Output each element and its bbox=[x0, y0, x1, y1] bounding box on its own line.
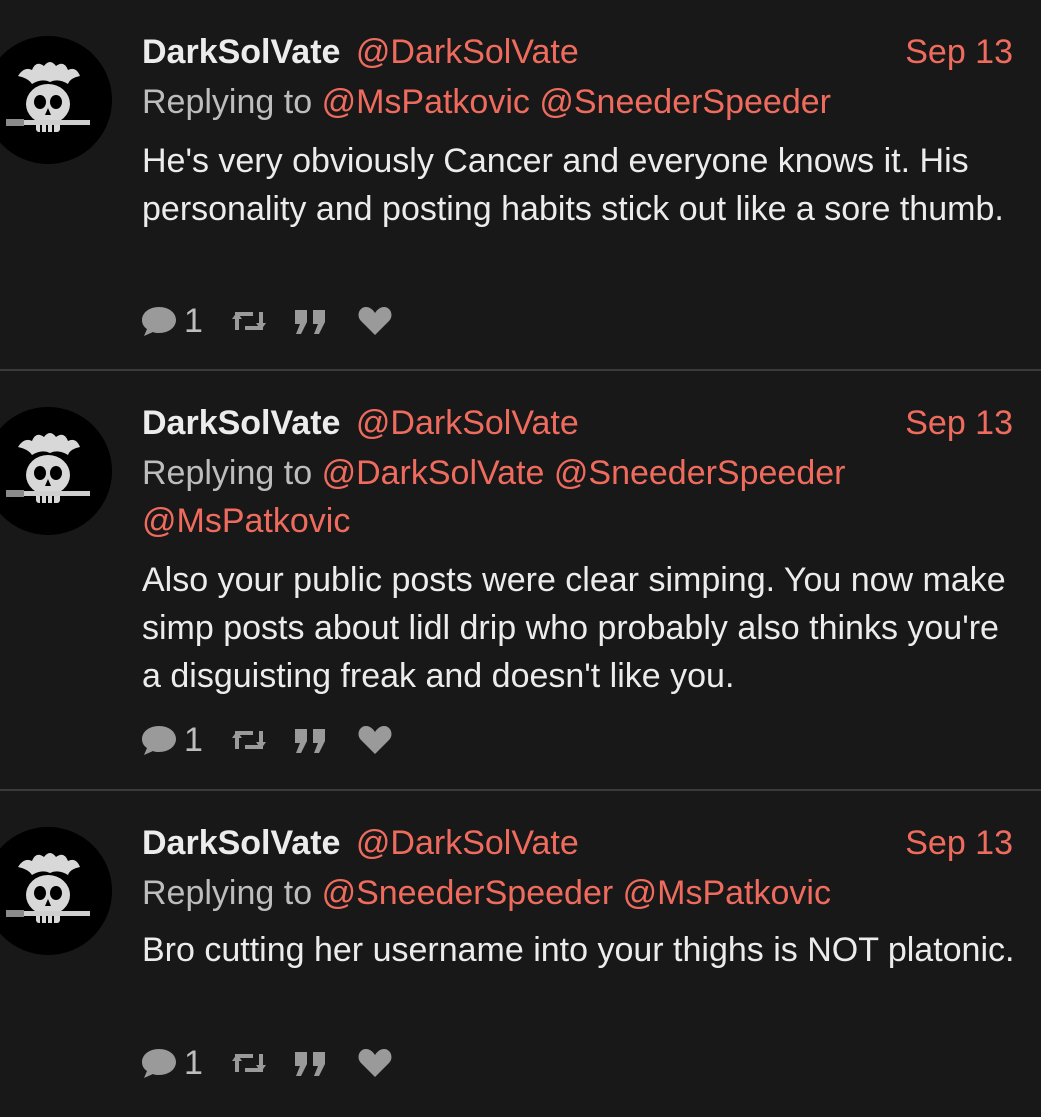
author-handle[interactable]: @DarkSolVate bbox=[356, 404, 579, 442]
post[interactable]: DarkSolVate @DarkSolVate Sep 13 Replying… bbox=[0, 0, 1041, 371]
like-button[interactable] bbox=[357, 724, 393, 756]
reply-prefix: Replying to bbox=[142, 874, 313, 912]
repost-button[interactable] bbox=[229, 306, 269, 336]
repost-icon bbox=[231, 1054, 266, 1072]
post-feed: DarkSolVate @DarkSolVate Sep 13 Replying… bbox=[0, 0, 1041, 1117]
reply-prefix: Replying to bbox=[142, 83, 313, 121]
mention-link[interactable]: @MsPatkovic bbox=[322, 83, 530, 121]
quote-icon bbox=[294, 310, 325, 334]
post-actions: 1 bbox=[140, 1043, 393, 1083]
comment-icon bbox=[142, 307, 176, 336]
heart-icon bbox=[358, 307, 392, 335]
repost-button[interactable] bbox=[229, 725, 269, 755]
avatar[interactable] bbox=[0, 407, 112, 535]
post-date[interactable]: Sep 13 bbox=[905, 399, 1013, 447]
post-header: DarkSolVate @DarkSolVate Sep 13 bbox=[142, 399, 1013, 447]
reply-button[interactable]: 1 bbox=[140, 721, 203, 760]
author-handle[interactable]: @DarkSolVate bbox=[356, 824, 579, 862]
reply-count: 1 bbox=[184, 720, 203, 759]
reply-count: 1 bbox=[184, 1043, 203, 1082]
reply-button[interactable]: 1 bbox=[140, 1044, 203, 1083]
avatar[interactable] bbox=[0, 36, 112, 164]
mention-link[interactable]: @SneederSpeeder bbox=[554, 454, 846, 492]
post-body: Also your public posts were clear simpin… bbox=[142, 561, 1006, 695]
quote-button[interactable] bbox=[293, 1048, 329, 1078]
heart-icon bbox=[358, 1049, 392, 1077]
post-actions: 1 bbox=[140, 720, 393, 760]
author-name[interactable]: DarkSolVate bbox=[142, 33, 340, 71]
reply-prefix: Replying to bbox=[142, 454, 313, 492]
author-handle[interactable]: @DarkSolVate bbox=[356, 33, 579, 71]
post-date[interactable]: Sep 13 bbox=[905, 819, 1013, 867]
post-body: He's very obviously Cancer and everyone … bbox=[142, 142, 1004, 228]
quote-icon bbox=[294, 729, 325, 753]
reply-count: 1 bbox=[184, 301, 203, 340]
quote-icon bbox=[294, 1052, 325, 1076]
author-name[interactable]: DarkSolVate bbox=[142, 824, 340, 862]
reply-context: Replying to @SneederSpeeder @MsPatkovic bbox=[142, 869, 1022, 917]
repost-icon bbox=[231, 312, 266, 330]
post[interactable]: DarkSolVate @DarkSolVate Sep 13 Replying… bbox=[0, 371, 1041, 791]
post-actions: 1 bbox=[140, 301, 393, 341]
like-button[interactable] bbox=[357, 305, 393, 337]
post-body: Bro cutting her username into your thigh… bbox=[142, 931, 1015, 969]
skull-avatar-icon bbox=[0, 827, 112, 955]
post-header: DarkSolVate @DarkSolVate Sep 13 bbox=[142, 819, 1013, 867]
skull-avatar-icon bbox=[0, 407, 112, 535]
repost-icon bbox=[231, 731, 266, 749]
like-button[interactable] bbox=[357, 1047, 393, 1079]
mention-link[interactable]: @MsPatkovic bbox=[142, 502, 350, 540]
mention-link[interactable]: @MsPatkovic bbox=[623, 874, 831, 912]
comment-icon bbox=[142, 726, 176, 755]
avatar[interactable] bbox=[0, 827, 112, 955]
quote-button[interactable] bbox=[293, 725, 329, 755]
reply-button[interactable]: 1 bbox=[140, 302, 203, 341]
repost-button[interactable] bbox=[229, 1048, 269, 1078]
reply-context: Replying to @MsPatkovic @SneederSpeeder bbox=[142, 78, 1022, 126]
skull-avatar-icon bbox=[0, 36, 112, 164]
author-name[interactable]: DarkSolVate bbox=[142, 404, 340, 442]
heart-icon bbox=[358, 726, 392, 754]
post-date[interactable]: Sep 13 bbox=[905, 28, 1013, 76]
comment-icon bbox=[142, 1049, 176, 1078]
mention-link[interactable]: @DarkSolVate bbox=[322, 454, 545, 492]
post-header: DarkSolVate @DarkSolVate Sep 13 bbox=[142, 28, 1013, 76]
mention-link[interactable]: @SneederSpeeder bbox=[539, 83, 831, 121]
mention-link[interactable]: @SneederSpeeder bbox=[322, 874, 614, 912]
quote-button[interactable] bbox=[293, 306, 329, 336]
reply-context: Replying to @DarkSolVate @SneederSpeeder… bbox=[142, 449, 1022, 545]
post[interactable]: DarkSolVate @DarkSolVate Sep 13 Replying… bbox=[0, 791, 1041, 1117]
